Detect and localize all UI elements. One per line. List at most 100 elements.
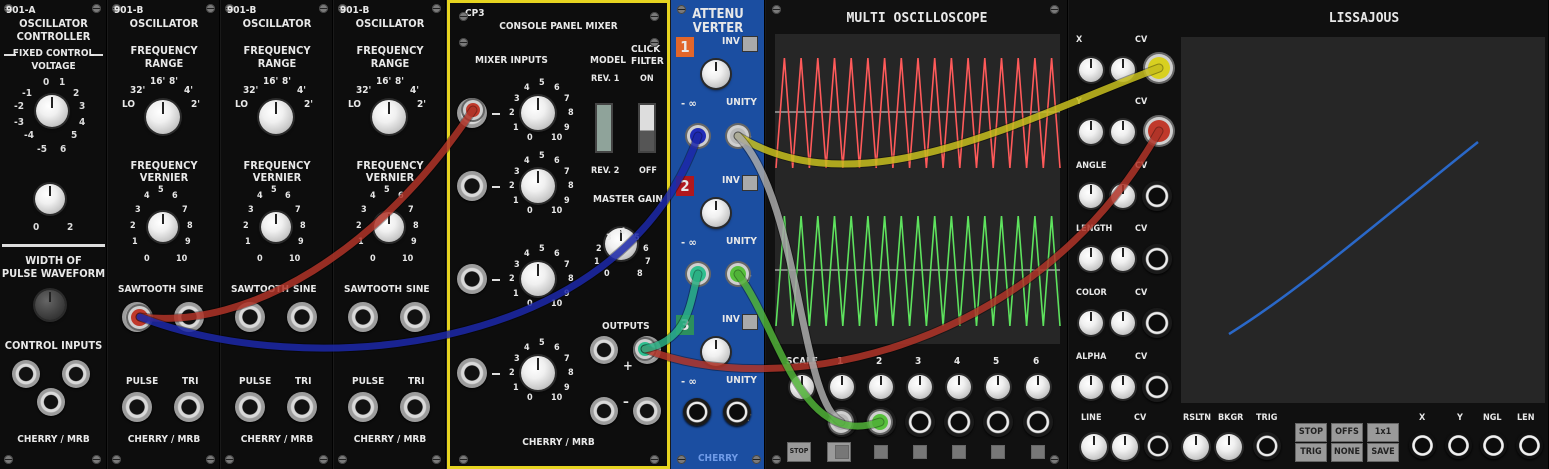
param-knob[interactable] bbox=[1079, 247, 1103, 271]
control-input-jack[interactable] bbox=[62, 360, 90, 388]
scope-channel-knob[interactable] bbox=[986, 375, 1010, 399]
scope-input-plug-grey[interactable] bbox=[833, 414, 849, 430]
sawtooth-output-jack[interactable] bbox=[348, 302, 378, 332]
line-cv-knob[interactable] bbox=[1112, 434, 1138, 460]
channel-button[interactable] bbox=[874, 445, 888, 459]
out-len-jack[interactable] bbox=[1516, 432, 1543, 459]
control-input-jack[interactable] bbox=[37, 388, 65, 416]
atten-in-plug-blue[interactable] bbox=[690, 128, 706, 144]
pulse-output-jack[interactable] bbox=[122, 392, 152, 422]
out-ngl-jack[interactable] bbox=[1480, 432, 1507, 459]
param-cv-jack[interactable] bbox=[1142, 372, 1172, 402]
control-input-jack[interactable] bbox=[12, 360, 40, 388]
mixer-input-knob[interactable] bbox=[521, 262, 555, 296]
out-y-jack[interactable] bbox=[1445, 432, 1472, 459]
mixer-input-jack[interactable] bbox=[457, 171, 487, 201]
trig-button[interactable]: TRIG bbox=[1295, 443, 1327, 462]
stop-button[interactable]: STOP bbox=[787, 442, 811, 462]
mixer-input-knob[interactable] bbox=[521, 96, 555, 130]
scope-channel-knob[interactable] bbox=[947, 375, 971, 399]
scope-input-plug-green[interactable] bbox=[872, 414, 888, 430]
sine-output-jack[interactable] bbox=[400, 302, 430, 332]
sawtooth-plug-red[interactable] bbox=[131, 309, 148, 326]
atten-out-plug-grey[interactable] bbox=[730, 128, 746, 144]
channel-button[interactable] bbox=[991, 445, 1005, 459]
attenuverter-knob[interactable] bbox=[702, 338, 730, 366]
atten-in-jack-3[interactable] bbox=[683, 398, 711, 426]
param-cv-knob[interactable] bbox=[1111, 311, 1135, 335]
y-cv-plug-red[interactable] bbox=[1148, 120, 1170, 142]
param-knob[interactable] bbox=[1079, 58, 1103, 82]
scope-channel-knob[interactable] bbox=[908, 375, 932, 399]
param-cv-knob[interactable] bbox=[1111, 247, 1135, 271]
frequency-vernier-knob[interactable] bbox=[261, 212, 291, 242]
stop-button[interactable]: STOP bbox=[1295, 423, 1327, 442]
channel-button[interactable] bbox=[835, 445, 849, 459]
attenuverter-knob[interactable] bbox=[702, 199, 730, 227]
output-jack-plus-1[interactable] bbox=[590, 336, 618, 364]
param-cv-jack[interactable] bbox=[1142, 181, 1172, 211]
tri-output-jack[interactable] bbox=[287, 392, 317, 422]
channel-button[interactable] bbox=[952, 445, 966, 459]
param-cv-knob[interactable] bbox=[1111, 120, 1135, 144]
mixer-input-jack[interactable] bbox=[457, 264, 487, 294]
tri-output-jack[interactable] bbox=[400, 392, 430, 422]
param-knob[interactable] bbox=[1079, 375, 1103, 399]
pulse-width-knob[interactable] bbox=[35, 290, 65, 320]
param-cv-jack[interactable] bbox=[1142, 308, 1172, 338]
x-cv-plug-yellow[interactable] bbox=[1148, 57, 1170, 79]
line-cv-jack[interactable] bbox=[1144, 432, 1172, 460]
frequency-range-knob[interactable] bbox=[259, 100, 293, 134]
sine-output-jack[interactable] bbox=[287, 302, 317, 332]
mixer-input-jack[interactable] bbox=[457, 358, 487, 388]
mixer-input-knob[interactable] bbox=[521, 169, 555, 203]
scope-channel-knob[interactable] bbox=[1026, 375, 1050, 399]
tri-output-jack[interactable] bbox=[174, 392, 204, 422]
out-x-jack[interactable] bbox=[1409, 432, 1436, 459]
inv-switch[interactable] bbox=[742, 36, 758, 52]
inv-switch[interactable] bbox=[742, 314, 758, 330]
bkgr-knob[interactable] bbox=[1216, 434, 1242, 460]
scope-input-jack[interactable] bbox=[944, 407, 974, 437]
output-jack-minus-2[interactable] bbox=[633, 397, 661, 425]
sawtooth-output-jack[interactable] bbox=[235, 302, 265, 332]
pulse-output-jack[interactable] bbox=[348, 392, 378, 422]
channel-button[interactable] bbox=[913, 445, 927, 459]
fine-knob[interactable] bbox=[35, 184, 65, 214]
scope-input-jack[interactable] bbox=[905, 407, 935, 437]
inv-switch[interactable] bbox=[742, 175, 758, 191]
sine-output-jack[interactable] bbox=[174, 302, 204, 332]
fixed-voltage-knob[interactable] bbox=[36, 95, 68, 127]
output-plug-green[interactable] bbox=[638, 342, 652, 356]
scope-input-jack[interactable] bbox=[983, 407, 1013, 437]
frequency-range-knob[interactable] bbox=[146, 100, 180, 134]
param-knob[interactable] bbox=[1079, 311, 1103, 335]
atten-out-jack-3[interactable] bbox=[723, 398, 751, 426]
param-cv-knob[interactable] bbox=[1111, 184, 1135, 208]
atten-in-plug-teal[interactable] bbox=[690, 266, 706, 282]
scope-channel-knob[interactable] bbox=[830, 375, 854, 399]
scope-input-jack[interactable] bbox=[1023, 407, 1053, 437]
param-cv-jack[interactable] bbox=[1142, 244, 1172, 274]
output-jack-minus-1[interactable] bbox=[590, 397, 618, 425]
channel-button[interactable] bbox=[1031, 445, 1045, 459]
atten-out-plug-green[interactable] bbox=[730, 266, 746, 282]
none-button[interactable]: NONE bbox=[1331, 443, 1363, 462]
frequency-vernier-knob[interactable] bbox=[374, 212, 404, 242]
model-switch[interactable] bbox=[595, 103, 613, 153]
pulse-output-jack[interactable] bbox=[235, 392, 265, 422]
scope-scale-knob[interactable] bbox=[790, 375, 814, 399]
trig-jack[interactable] bbox=[1253, 432, 1281, 460]
rsltn-knob[interactable] bbox=[1183, 434, 1209, 460]
param-cv-knob[interactable] bbox=[1111, 58, 1135, 82]
offs-button[interactable]: OFFS bbox=[1331, 423, 1363, 442]
1x1-button[interactable]: 1x1 bbox=[1367, 423, 1399, 442]
attenuverter-knob[interactable] bbox=[702, 60, 730, 88]
click-filter-switch[interactable] bbox=[638, 103, 656, 153]
mixer-input-knob[interactable] bbox=[521, 356, 555, 390]
scope-channel-knob[interactable] bbox=[869, 375, 893, 399]
save-button[interactable]: SAVE bbox=[1367, 443, 1399, 462]
mixer-input-plug-red[interactable] bbox=[466, 103, 480, 117]
param-knob[interactable] bbox=[1079, 120, 1103, 144]
frequency-range-knob[interactable] bbox=[372, 100, 406, 134]
